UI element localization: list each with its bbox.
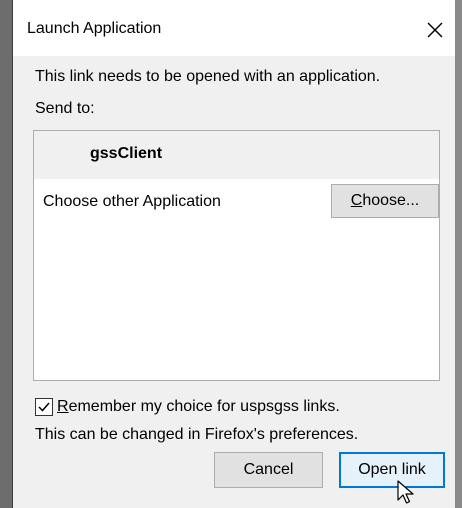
close-button[interactable] [415,10,455,50]
send-to-label: Send to: [35,100,95,117]
choose-button[interactable]: Choose... [331,184,439,218]
remember-accesskey: R [57,398,69,415]
open-link-button[interactable]: Open link [339,452,445,488]
cancel-button[interactable]: Cancel [214,452,323,488]
remember-label: emember my choice for uspsgss links. [68,398,340,415]
mouse-pointer-icon [397,480,414,504]
intro-text: This link needs to be opened with an app… [35,68,381,85]
checkmark-icon [38,402,50,412]
choose-button-accesskey: C [350,192,363,209]
launch-application-dialog: Launch Application This link needs to be… [12,0,455,508]
background-window-edge [0,0,12,508]
app-name: gssClient [90,145,163,162]
background-window-edge-right [455,0,462,508]
remember-choice-row[interactable]: Remember my choice for uspsgss links. [35,396,340,418]
choose-other-label: Choose other Application [43,193,221,210]
list-item-choose-other[interactable]: Choose other Application Choose... [34,179,439,227]
list-item-selected-app[interactable]: gssClient [34,131,439,179]
title-bar: Launch Application [13,0,455,56]
preferences-note: This can be changed in Firefox's prefere… [35,426,359,443]
remember-checkbox[interactable] [35,398,53,416]
close-icon [427,22,443,38]
choose-button-label: hoose... [362,192,420,209]
dialog-title: Launch Application [27,20,162,37]
application-list[interactable]: gssClient Choose other Application Choos… [33,130,440,381]
